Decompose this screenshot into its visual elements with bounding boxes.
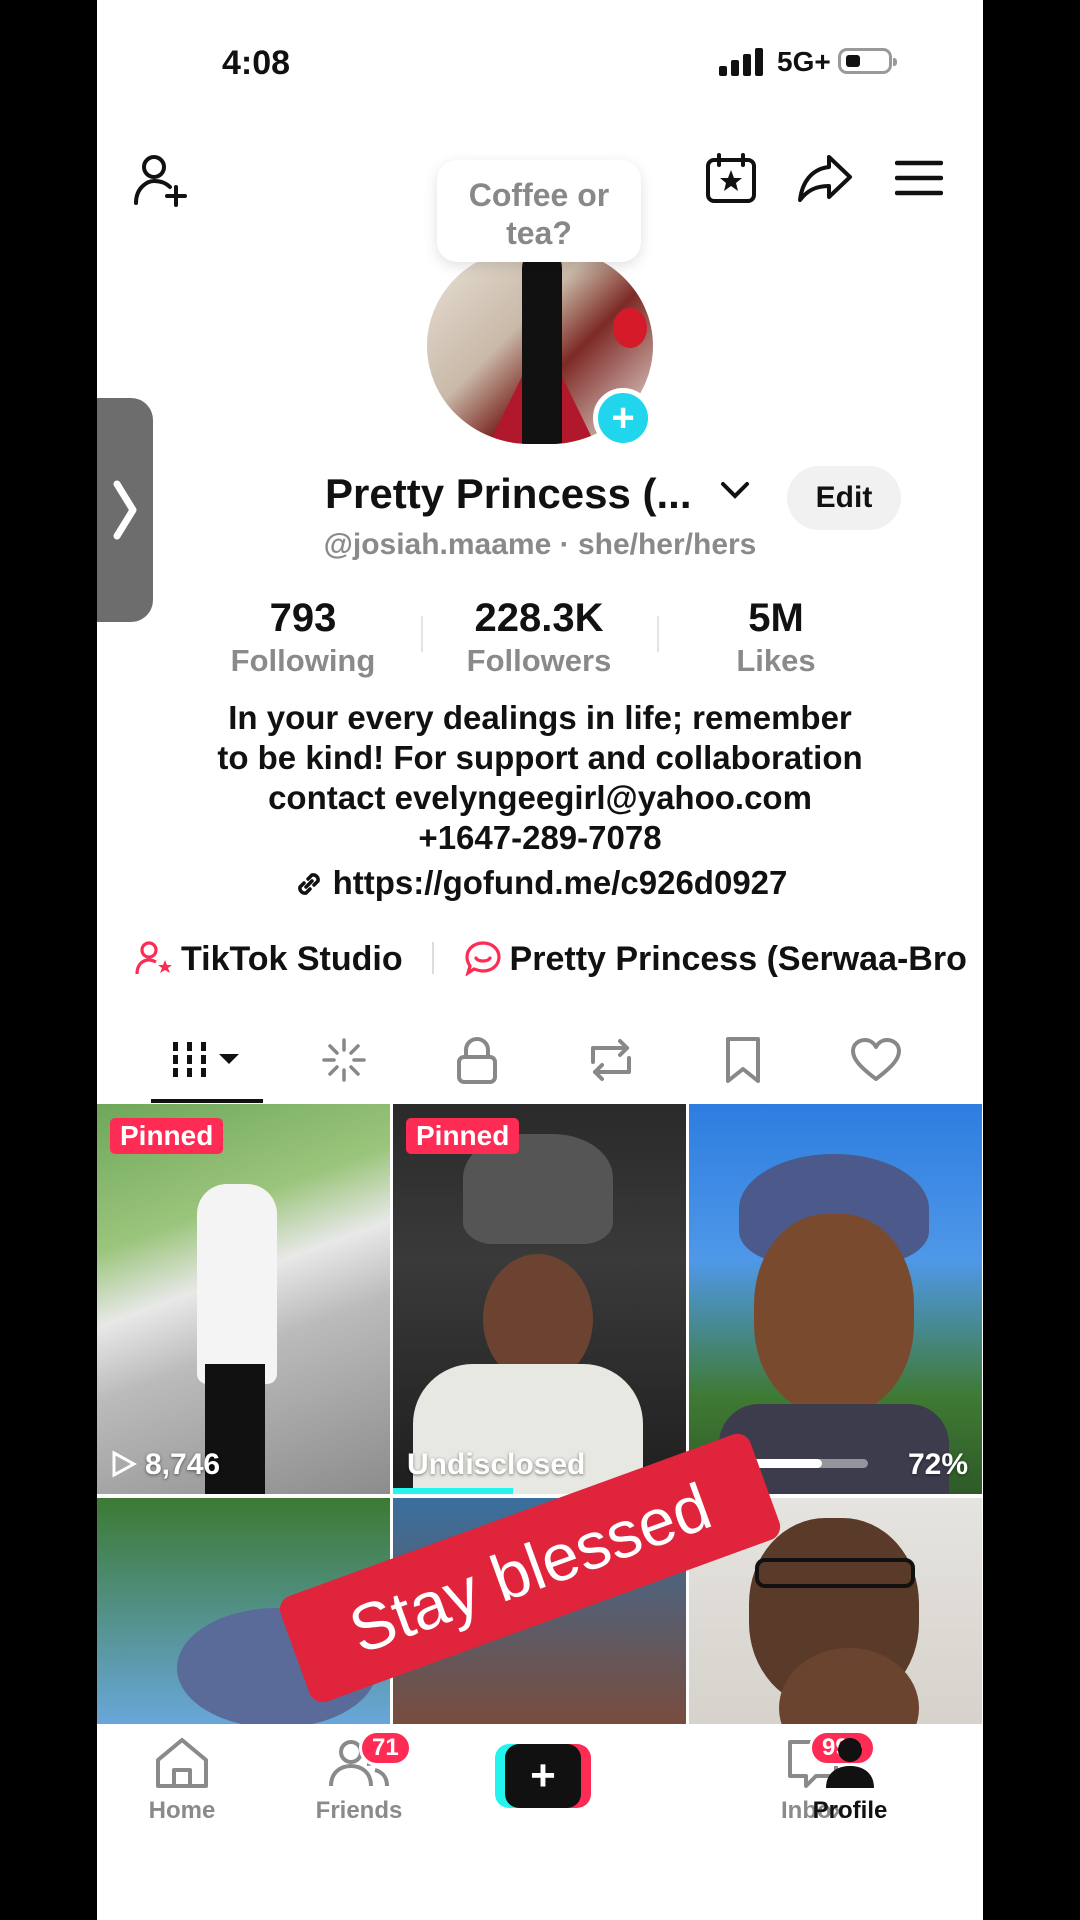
chevron-right-icon [113, 480, 137, 540]
stat-label: Likes [736, 643, 816, 678]
nav-home[interactable]: Home [112, 1736, 252, 1825]
home-icon [156, 1738, 208, 1788]
profile-note-bubble[interactable]: Coffee or tea? [437, 160, 641, 262]
add-story-icon[interactable]: + [593, 388, 653, 448]
bio-line: In your every dealings in life; remember [228, 699, 852, 736]
bio-line: +1647-289-7078 [418, 819, 662, 856]
bookmark-icon [726, 1037, 760, 1083]
sparkle-icon [322, 1038, 366, 1082]
profile-icon [826, 1738, 874, 1788]
profile-chips: TikTok Studio Pretty Princess (Serwaa-Br… [135, 940, 967, 979]
stat-likes[interactable]: 5M Likes [676, 596, 876, 679]
stat-value: 793 [269, 596, 337, 640]
add-friend-button[interactable] [127, 150, 193, 210]
nav-label: Friends [315, 1797, 403, 1824]
tab-sparkle[interactable] [289, 1020, 399, 1100]
lock-icon [457, 1037, 497, 1084]
share-button[interactable] [795, 148, 855, 208]
video-grid: Pinned 8,746 Pinned Undisclosed 72% [97, 1104, 983, 1888]
stat-following[interactable]: 793 Following [203, 596, 403, 679]
link-icon [297, 873, 320, 895]
view-count: 8,746 [111, 1448, 220, 1482]
tab-liked[interactable] [821, 1020, 931, 1100]
group-chat-chip[interactable]: Pretty Princess (Serwaa-Bro [454, 940, 967, 978]
signal-icon [719, 48, 763, 76]
tab-favorites[interactable] [688, 1020, 798, 1100]
edit-profile-button[interactable]: Edit [787, 466, 901, 530]
view-count-text: 8,746 [145, 1448, 221, 1481]
pinned-badge: Pinned [406, 1118, 520, 1154]
nav-friends[interactable]: Friends 71 [289, 1730, 429, 1825]
chip-label: Pretty Princess (Serwaa-Bro [509, 940, 967, 978]
stat-divider [657, 616, 659, 652]
tab-reposts[interactable] [556, 1020, 666, 1100]
stat-value: 5M [748, 596, 804, 640]
create-button[interactable]: + [495, 1744, 591, 1808]
network-label: 5G+ [777, 46, 831, 77]
chevron-down-icon[interactable] [720, 480, 750, 500]
play-icon [112, 1450, 138, 1478]
tab-videos[interactable] [153, 1020, 263, 1100]
bottom-navigation: Home Friends 71 + Inbox 99+ Profile [97, 1724, 983, 1920]
create-plus-icon: + [505, 1744, 581, 1808]
repost-icon [591, 1039, 631, 1081]
pinned-badge: Pinned [110, 1118, 224, 1154]
active-tab-indicator [151, 1099, 263, 1103]
profile-screen: 4:08 5G+ Coffee or tea? + Pretty Princes… [97, 0, 983, 1920]
calendar-star-icon [706, 153, 756, 203]
studio-person-star-icon [135, 941, 172, 975]
tiktok-studio-chip[interactable]: TikTok Studio [135, 940, 412, 978]
nav-label: Profile [812, 1797, 888, 1824]
side-drawer-handle[interactable] [97, 398, 153, 622]
stat-value: 228.3K [474, 596, 604, 640]
stat-divider [421, 616, 423, 652]
stat-label: Following [230, 643, 376, 678]
visibility-label: Undisclosed [407, 1448, 586, 1481]
nav-label: Home [148, 1797, 216, 1824]
tab-private[interactable] [422, 1020, 532, 1100]
stat-followers[interactable]: 228.3K Followers [439, 596, 639, 679]
nav-profile[interactable]: Profile [780, 1736, 920, 1825]
bio-line: to be kind! For support and collaboratio… [217, 739, 863, 776]
profile-link[interactable]: https://gofund.me/c926d0927 [97, 864, 983, 902]
profile-name[interactable]: Pretty Princess (... [325, 470, 692, 518]
username-pronouns: @josiah.maame · she/her/hers [323, 528, 757, 561]
battery-icon [838, 48, 897, 74]
hamburger-menu-icon [895, 160, 943, 196]
video-thumbnail[interactable]: Pinned 8,746 [97, 1104, 390, 1494]
menu-button[interactable] [889, 150, 949, 206]
stat-label: Followers [466, 643, 612, 678]
upload-progress-label: 72% [907, 1448, 968, 1481]
status-time: 4:08 [222, 44, 291, 82]
calendar-button[interactable] [701, 148, 761, 208]
profile-tabs [97, 1020, 983, 1104]
video-thumbnail[interactable]: Pinned Undisclosed [393, 1104, 686, 1494]
bio-line: contact evelyngeegirl@yahoo.com [268, 779, 812, 816]
friends-badge: 71 [359, 1730, 412, 1766]
link-text[interactable]: https://gofund.me/c926d0927 [333, 864, 788, 901]
profile-bio: In your every dealings in life; remember… [177, 698, 903, 858]
grid-bars-icon [173, 1042, 239, 1077]
person-plus-icon [134, 155, 187, 207]
chat-bubble-icon [464, 941, 501, 977]
chip-label: TikTok Studio [181, 940, 403, 978]
share-arrow-icon [798, 155, 852, 202]
heart-icon [851, 1038, 901, 1081]
